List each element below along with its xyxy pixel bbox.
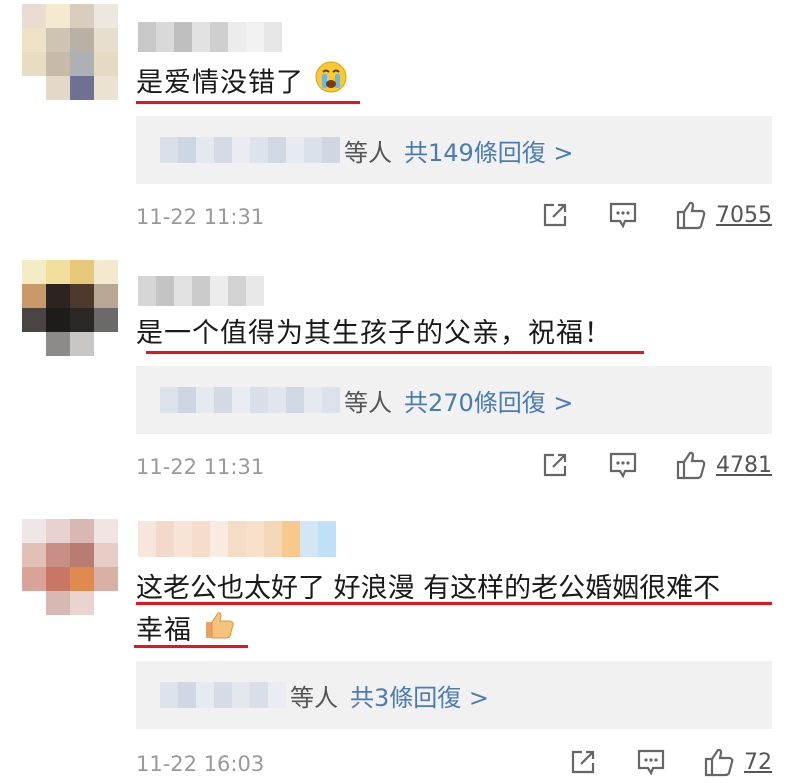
reply-summary-box[interactable]: 等人 共149條回復 > bbox=[136, 116, 772, 184]
comment-3: 这老公也太好了 好浪漫 有这样的老公婚姻很难不 幸福 等人 共3條回復 > 11… bbox=[0, 515, 800, 783]
like-count[interactable]: 72 bbox=[744, 750, 772, 775]
share-icon[interactable] bbox=[538, 198, 572, 232]
action-bar: 7055 bbox=[504, 198, 772, 232]
comment-icon[interactable] bbox=[634, 745, 668, 779]
thumbs-up-icon[interactable] bbox=[702, 745, 736, 779]
comment-1: 是爱情没错了 等人 共149條回復 > 11-22 11:31 7055 bbox=[0, 0, 800, 250]
view-replies-link[interactable]: 共3條回復 > bbox=[350, 678, 489, 713]
red-underline bbox=[146, 351, 644, 354]
timestamp: 11-22 11:31 bbox=[136, 455, 265, 479]
comment-text: 是一个值得为其生孩子的父亲，祝福！ bbox=[136, 318, 612, 349]
thumbs-up-icon[interactable] bbox=[674, 198, 708, 232]
avatar[interactable] bbox=[22, 519, 118, 615]
share-icon[interactable] bbox=[566, 745, 600, 779]
reply-summary-box[interactable]: 等人 共270條回復 > bbox=[136, 366, 772, 434]
share-icon[interactable] bbox=[538, 448, 572, 482]
view-replies-link[interactable]: 共270條回復 > bbox=[404, 383, 574, 418]
red-underline bbox=[136, 101, 360, 104]
avatar[interactable] bbox=[22, 4, 118, 100]
avatar[interactable] bbox=[22, 260, 118, 356]
username-blurred[interactable] bbox=[138, 22, 282, 52]
timestamp: 11-22 16:03 bbox=[136, 752, 265, 776]
reply-summary-box[interactable]: 等人 共3條回復 > bbox=[136, 661, 772, 729]
like-count[interactable]: 4781 bbox=[716, 453, 772, 478]
replier-names-blurred bbox=[160, 387, 340, 413]
username-blurred[interactable] bbox=[138, 276, 264, 306]
reply-suffix: 等人 bbox=[290, 683, 338, 712]
timestamp: 11-22 11:31 bbox=[136, 205, 265, 229]
replier-names-blurred bbox=[160, 137, 340, 163]
username-blurred[interactable] bbox=[138, 521, 336, 557]
action-bar: 72 bbox=[532, 745, 772, 779]
comment-2: 是一个值得为其生孩子的父亲，祝福！ 等人 共270條回復 > 11-22 11:… bbox=[0, 250, 800, 515]
comment-icon[interactable] bbox=[606, 448, 640, 482]
thumbs-up-icon[interactable] bbox=[674, 448, 708, 482]
comment-icon[interactable] bbox=[606, 198, 640, 232]
action-bar: 4781 bbox=[504, 448, 772, 482]
like-count[interactable]: 7055 bbox=[716, 203, 772, 228]
reply-suffix: 等人 bbox=[344, 138, 392, 167]
red-underline bbox=[136, 602, 772, 605]
replier-names-blurred bbox=[160, 682, 286, 708]
view-replies-link[interactable]: 共149條回復 > bbox=[404, 133, 574, 168]
reply-suffix: 等人 bbox=[344, 388, 392, 417]
red-underline bbox=[134, 645, 248, 648]
